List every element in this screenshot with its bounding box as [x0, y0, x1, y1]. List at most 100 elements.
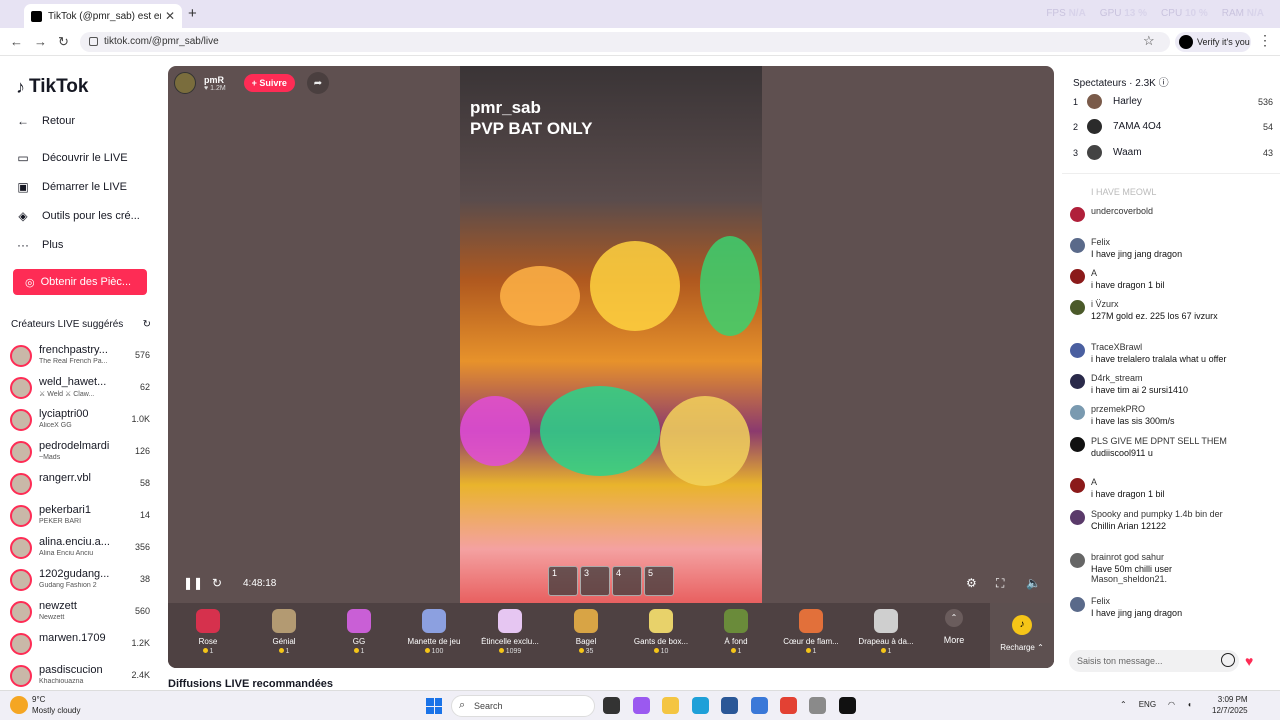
- volume-icon[interactable]: ◖: [1187, 700, 1192, 709]
- edge-icon[interactable]: [692, 697, 709, 714]
- creator-item[interactable]: newzett Newzett 560: [10, 599, 152, 627]
- creator-item[interactable]: pekerbari1 PEKER BARI 14: [10, 503, 152, 531]
- avatar: [10, 505, 32, 527]
- top-spectator[interactable]: 2 7AMA 4O4 54: [1073, 118, 1273, 138]
- avatar: [10, 537, 32, 559]
- chat-input[interactable]: Saisis ton message...: [1069, 650, 1239, 672]
- creator-item[interactable]: pedrodelmardi ~Mads 126: [10, 439, 152, 467]
- recharge-button[interactable]: ♪ Recharge ⌃: [990, 603, 1054, 668]
- browser-tab[interactable]: TikTok (@pmr_sab) est en LIV ✕: [24, 4, 182, 28]
- streamer-overlay: pmr_sab: [470, 98, 541, 117]
- share-icon[interactable]: ➦: [306, 72, 329, 94]
- avatar: [10, 441, 32, 463]
- host-avatar[interactable]: [174, 72, 196, 94]
- live-video[interactable]: pmr_sab PVP BAT ONLY 1 3 4 5: [460, 66, 762, 603]
- app-icon[interactable]: [751, 697, 768, 714]
- weather-widget[interactable]: 9°C Mostly cloudy: [32, 694, 80, 716]
- browser-menu-icon[interactable]: ⋮: [1258, 32, 1272, 49]
- taskbar-search[interactable]: Search: [451, 695, 595, 717]
- settings-gear-icon[interactable]: ⚙: [966, 576, 977, 590]
- heart-icon[interactable]: ♥: [1245, 653, 1253, 669]
- weather-icon[interactable]: [10, 696, 28, 714]
- start-button-icon[interactable]: [426, 698, 442, 714]
- live-stage: pmR ♥ 1.2M + Suivre ➦ pmr_sab PVP BAT ON…: [168, 66, 1054, 668]
- top-spectator[interactable]: 3 Waam 43: [1073, 144, 1273, 164]
- tab-title: TikTok (@pmr_sab) est en LIV: [48, 10, 161, 22]
- nav-more[interactable]: ··· Plus: [16, 238, 63, 252]
- more-gifts-button[interactable]: ⌃ More: [938, 609, 970, 645]
- chevron-up-icon: ⌃: [945, 609, 963, 627]
- host-name: pmR: [204, 74, 224, 85]
- checkered-flag-icon: [874, 609, 898, 633]
- nav-back[interactable]: ← Retour: [16, 114, 75, 128]
- creator-item[interactable]: weld_hawet... ⚔ Weld ⚔ Claw... 62: [10, 375, 152, 403]
- forward-icon[interactable]: →: [34, 34, 47, 49]
- refresh-icon[interactable]: ↻: [143, 319, 151, 330]
- gift-bagel[interactable]: Bagel 35: [548, 609, 624, 655]
- settings-gear-icon[interactable]: [809, 697, 826, 714]
- cat-icon: [272, 609, 296, 633]
- gift-a-fond[interactable]: À fond 1: [698, 609, 774, 655]
- tiktok-logo[interactable]: ♪ TikTok: [16, 76, 88, 98]
- clock[interactable]: 3:09 PM 12/7/2025: [1212, 694, 1248, 716]
- sidebar: ♪ TikTok ← Retour ▭ Découvrir le LIVE ▣ Dém…: [0, 56, 168, 690]
- gift-genial[interactable]: Génial 1: [246, 609, 322, 655]
- creator-item[interactable]: alina.enciu.a... Alina Enciu Anciu 356: [10, 535, 152, 563]
- system-tray[interactable]: ⌃ ENG ◠ ◖: [1120, 700, 1192, 709]
- gift-flame-heart[interactable]: Cœur de flam... 1: [773, 609, 849, 655]
- nav-start-live[interactable]: ▣ Démarrer le LIVE: [16, 180, 127, 194]
- profile-icon: [1179, 35, 1193, 49]
- avatar: [1087, 119, 1102, 134]
- new-tab-icon[interactable]: +: [188, 5, 197, 22]
- get-coins-button[interactable]: ◎ Obtenir des Pièc...: [13, 269, 147, 295]
- verify-button[interactable]: Verify it's you: [1175, 32, 1251, 52]
- gift-rose[interactable]: Rose 1: [170, 609, 246, 655]
- gift-exclusive-spark[interactable]: Étincelle exclu... 1099: [472, 609, 548, 655]
- volume-icon[interactable]: 🔈: [1026, 576, 1041, 590]
- follow-button[interactable]: + Suivre: [243, 74, 295, 92]
- tools-icon: ◈: [18, 209, 28, 223]
- creator-item[interactable]: pasdiscucion Khachiouazna 2.4K: [10, 663, 152, 691]
- host-info[interactable]: pmR ♥ 1.2M: [204, 75, 226, 92]
- emoji-icon[interactable]: [1221, 653, 1235, 667]
- language-indicator[interactable]: ENG: [1139, 700, 1156, 709]
- creator-item[interactable]: marwen.1709 1.2K: [10, 631, 152, 659]
- gift-gg[interactable]: GG 1: [321, 609, 397, 655]
- avatar: [10, 665, 32, 687]
- creator-item[interactable]: rangerr.vbl 58: [10, 471, 152, 499]
- store-icon[interactable]: [721, 697, 738, 714]
- tiktok-app-icon[interactable]: [839, 697, 856, 714]
- pause-icon[interactable]: ❚❚: [183, 576, 203, 590]
- avatar: [1070, 437, 1085, 452]
- avatar: [10, 633, 32, 655]
- file-explorer-icon[interactable]: [662, 697, 679, 714]
- elapsed-time: 4:48:18: [243, 578, 277, 589]
- logo-text: TikTok: [29, 76, 89, 97]
- fullscreen-icon[interactable]: ⛶: [996, 576, 1004, 591]
- url-text: tiktok.com/@pmr_sab/live: [104, 36, 219, 47]
- gift-checkered-flag[interactable]: Drapeau à da... 1: [848, 609, 924, 655]
- wifi-icon[interactable]: ◠: [1168, 700, 1175, 709]
- copilot-icon[interactable]: [633, 697, 650, 714]
- nav-discover-live[interactable]: ▭ Découvrir le LIVE: [16, 151, 127, 165]
- address-bar[interactable]: tiktok.com/@pmr_sab/live: [80, 32, 1170, 52]
- reload-icon[interactable]: ↻: [58, 34, 69, 50]
- gift-game-controller[interactable]: Manette de jeu 100: [396, 609, 472, 655]
- task-view-icon[interactable]: [603, 697, 620, 714]
- refresh-stream-icon[interactable]: ↻: [212, 576, 222, 590]
- gift-boxing-gloves[interactable]: Gants de box... 10: [623, 609, 699, 655]
- back-icon[interactable]: ←: [10, 34, 23, 49]
- avatar: [10, 345, 32, 367]
- nav-creator-tools[interactable]: ◈ Outils pour les cré...: [16, 209, 139, 223]
- bookmark-star-icon[interactable]: ☆: [1143, 33, 1155, 49]
- creator-item[interactable]: frenchpastry... The Real French Pa... 576: [10, 343, 152, 371]
- game-scene: [590, 241, 680, 331]
- creator-item[interactable]: 1202gudang... Gudang Fashion 2 38: [10, 567, 152, 595]
- top-spectator[interactable]: 1 Harley 536: [1073, 93, 1273, 113]
- spectators-header[interactable]: Spectateurs · 2.3K ⓘ: [1073, 74, 1169, 89]
- close-tab-icon[interactable]: ✕: [165, 9, 175, 23]
- chrome-icon[interactable]: [780, 697, 797, 714]
- creator-item[interactable]: lyciaptri00 AliceX GG 1.0K: [10, 407, 152, 435]
- chevron-up-icon[interactable]: ⌃: [1120, 700, 1127, 709]
- site-info-icon[interactable]: [89, 37, 98, 46]
